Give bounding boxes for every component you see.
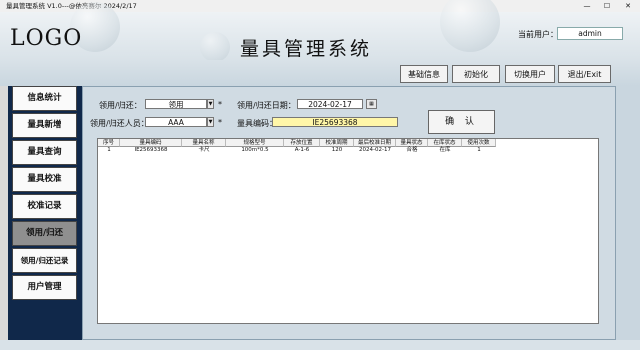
- gauge-code-label: 量具编码：: [237, 119, 277, 128]
- person-label: 领用/归还人员：: [90, 119, 149, 128]
- required-mark: *: [218, 100, 222, 109]
- column-header: 最后校准日期: [354, 139, 396, 147]
- borrow-return-select[interactable]: 领用: [145, 99, 207, 109]
- decorative-sphere: [440, 0, 500, 52]
- sidebar-item-statistics[interactable]: 信息统计: [12, 86, 77, 111]
- column-header: 量具状态: [396, 139, 428, 147]
- sidebar-item-borrow-return[interactable]: 领用/归还: [12, 221, 77, 246]
- sidebar: 信息统计 量具新增 量具查询 量具校准 校准记录 领用/归还 领用/归还记录 用…: [8, 86, 82, 340]
- date-input[interactable]: 2024-02-17: [297, 99, 363, 109]
- basic-info-button[interactable]: 基础信息: [400, 65, 448, 83]
- column-header: 校准周期: [320, 139, 354, 147]
- sidebar-item-gauge-query[interactable]: 量具查询: [12, 140, 77, 165]
- date-label: 领用/归还日期：: [237, 101, 296, 110]
- table-cell: 1: [107, 147, 111, 153]
- left-stripe: [0, 86, 8, 350]
- exit-button[interactable]: 退出/Exit: [558, 65, 611, 83]
- table-cell: A-1-6: [294, 147, 310, 153]
- sidebar-item-gauge-calibration[interactable]: 量具校准: [12, 167, 77, 192]
- gauge-code-input[interactable]: IE25693368: [272, 117, 398, 127]
- close-button[interactable]: ✕: [621, 0, 635, 12]
- table-cell: 1: [477, 147, 481, 153]
- app-header: LOGO 量具管理系统 当前用户： admin: [0, 0, 640, 62]
- decorative-sphere: [200, 32, 230, 62]
- bottom-bar: [0, 340, 640, 350]
- window-title: 量具管理系统 V1.0---@依亮赛尔 2024/2/17: [6, 2, 137, 10]
- column-header: 规格型号: [226, 139, 284, 147]
- table-cell: 合格: [406, 147, 418, 153]
- sidebar-item-borrow-return-records[interactable]: 领用/归还记录: [12, 248, 77, 273]
- sidebar-item-gauge-add[interactable]: 量具新增: [12, 113, 77, 138]
- sidebar-item-calibration-records[interactable]: 校准记录: [12, 194, 77, 219]
- column-header: 存放位置: [284, 139, 320, 147]
- column-header: 在库状态: [428, 139, 462, 147]
- table-cell: 卡尺: [198, 147, 210, 153]
- table-cell: 2024-02-17: [359, 147, 391, 153]
- borrow-return-label: 领用/归还：: [99, 101, 142, 110]
- switch-user-button[interactable]: 切换用户: [505, 65, 555, 83]
- records-table: 序号 量具编码 量具名称 规格型号 存放位置 校准周期 最后校准日期 量具状态 …: [97, 138, 599, 324]
- current-user-label: 当前用户：: [518, 30, 558, 39]
- table-cell: 120: [331, 147, 343, 153]
- column-header: 使用次数: [462, 139, 496, 147]
- column-header: 量具名称: [182, 139, 226, 147]
- chevron-down-icon[interactable]: ▼: [207, 117, 214, 127]
- table-cell: 100m*0.5: [241, 147, 269, 153]
- current-user-value: admin: [557, 27, 623, 40]
- table-cell: IE25693368: [134, 147, 168, 153]
- chevron-down-icon[interactable]: ▼: [207, 99, 214, 109]
- logo: LOGO: [10, 26, 83, 51]
- minimize-button[interactable]: —: [580, 0, 594, 12]
- app-window: 量具管理系统 V1.0---@依亮赛尔 2024/2/17 — ☐ ✕ LOGO…: [0, 0, 640, 350]
- table-cell: 在库: [439, 147, 451, 153]
- calendar-icon[interactable]: ▦: [366, 99, 377, 109]
- maximize-button[interactable]: ☐: [600, 0, 614, 12]
- person-select[interactable]: AAA: [145, 117, 207, 127]
- initialize-button[interactable]: 初始化: [452, 65, 500, 83]
- confirm-button[interactable]: 确 认: [428, 110, 495, 134]
- app-title: 量具管理系统: [240, 38, 373, 60]
- column-header: 序号: [98, 139, 120, 147]
- required-mark: *: [218, 118, 222, 127]
- column-header: 量具编码: [120, 139, 182, 147]
- sidebar-item-user-management[interactable]: 用户管理: [12, 275, 77, 300]
